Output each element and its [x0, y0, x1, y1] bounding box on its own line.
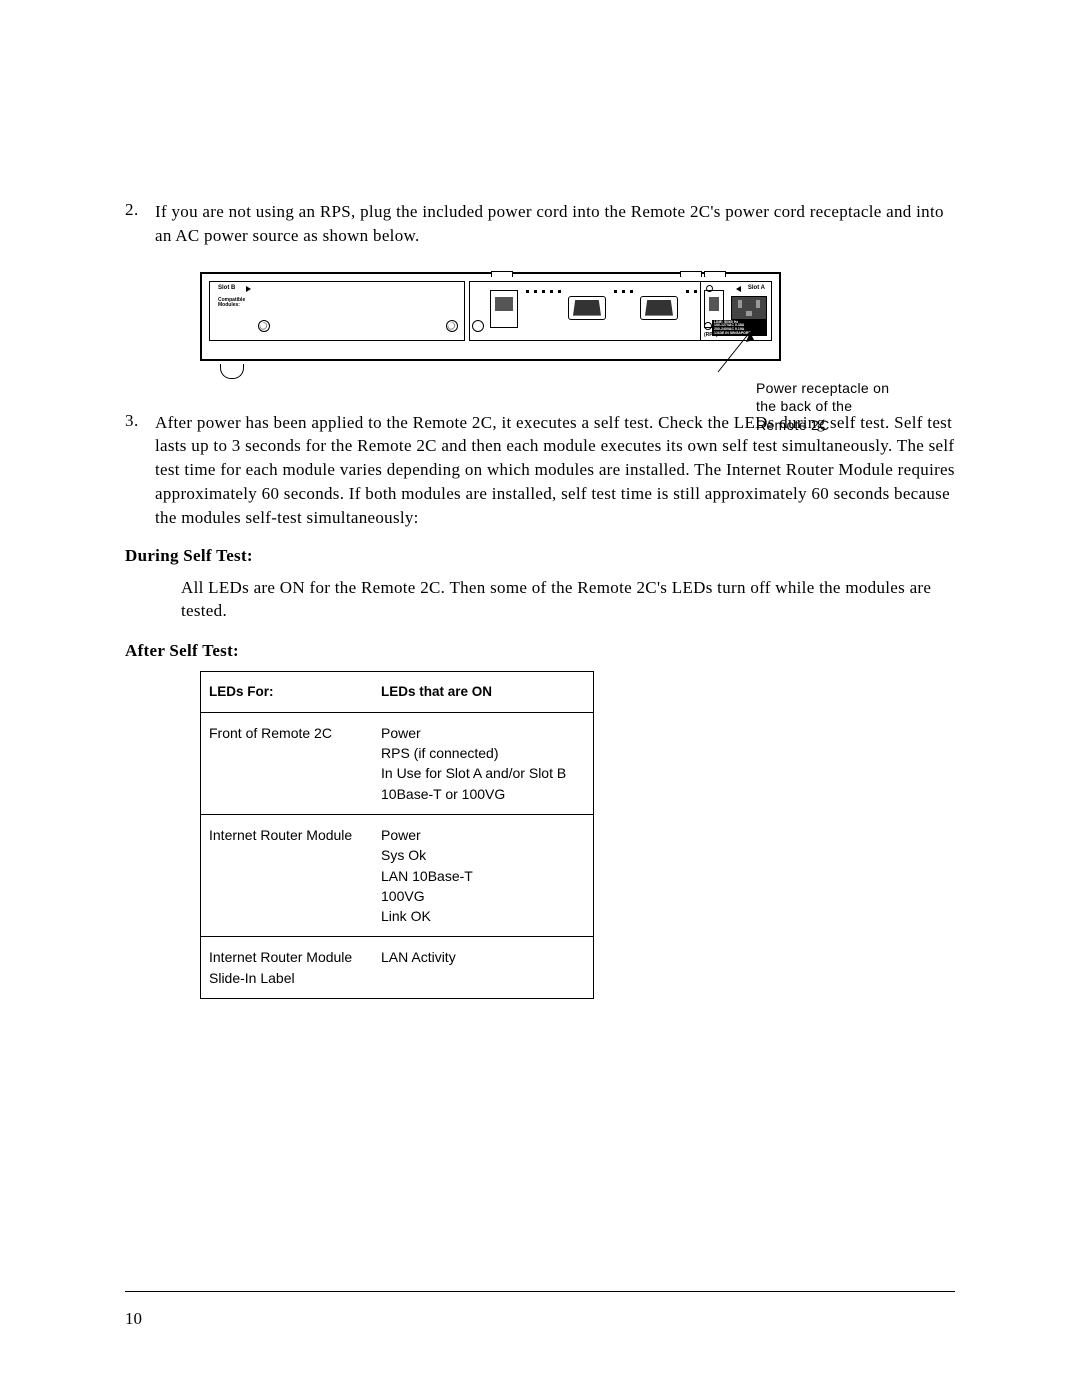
table-row: Internet Router Module Power Sys Ok LAN …: [201, 814, 594, 936]
serial-port-1: [568, 290, 606, 320]
during-self-test-text: All LEDs are ON for the Remote 2C. Then …: [181, 576, 955, 624]
mid-panel: [469, 281, 701, 341]
table-header-row: LEDs For: LEDs that are ON: [201, 672, 594, 713]
slot-a-label: Slot A: [748, 285, 765, 291]
triangle-left-icon: [736, 286, 741, 292]
table-cell: LAN Activity: [373, 937, 594, 999]
triangle-right-icon: [246, 286, 251, 292]
slot-b-panel: Slot B Compatible Modules:: [209, 281, 465, 341]
led-group: [524, 290, 562, 324]
clip-icon: [680, 271, 702, 277]
hole-icon: [704, 322, 712, 330]
led-group: [684, 290, 698, 324]
table-cell: Power Sys Ok LAN 10Base-T 100VG Link OK: [373, 814, 594, 936]
led-status-table: LEDs For: LEDs that are ON Front of Remo…: [200, 671, 594, 999]
callout-text: Power receptacle on the back of the Remo…: [756, 379, 906, 436]
hole-icon: [706, 285, 713, 292]
clip-icon: [704, 271, 726, 277]
db9-port-icon: [568, 296, 606, 320]
serial-port-2: [640, 290, 678, 320]
list-item-2: 2. If you are not using an RPS, plug the…: [125, 200, 955, 248]
table-row: Front of Remote 2C Power RPS (if connect…: [201, 712, 594, 814]
slot-b-label: Slot B: [218, 285, 235, 291]
rj45-port-icon: [490, 290, 518, 328]
item-number: 3.: [125, 411, 155, 530]
heading-after-self-test: After Self Test:: [125, 641, 955, 661]
table-cell: Power RPS (if connected) In Use for Slot…: [373, 712, 594, 814]
compat-modules-label: Compatible Modules:: [218, 298, 245, 309]
device-figure-wrap: Slot B Compatible Modules:: [200, 272, 955, 361]
table-cell: Internet Router Module Slide-In Label: [201, 937, 374, 999]
page-content: 2. If you are not using an RPS, plug the…: [0, 0, 1080, 1397]
db9-port-icon: [640, 296, 678, 320]
footer-rule: [125, 1291, 955, 1292]
screw-icon: [446, 320, 458, 332]
cable-loop-icon: [220, 364, 244, 379]
table-row: Internet Router Module Slide-In Label LA…: [201, 937, 594, 999]
table-header: LEDs For:: [201, 672, 374, 713]
table-header: LEDs that are ON: [373, 672, 594, 713]
item-number: 2.: [125, 200, 155, 248]
page-number: 10: [125, 1309, 142, 1329]
heading-during-self-test: During Self Test:: [125, 546, 955, 566]
table-cell: Front of Remote 2C: [201, 712, 374, 814]
item-text: If you are not using an RPS, plug the in…: [155, 200, 955, 248]
led-group: [612, 290, 634, 324]
clip-icon: [491, 271, 513, 277]
screw-icon: [472, 320, 484, 332]
device-rear-diagram: Slot B Compatible Modules:: [200, 272, 781, 361]
power-receptacle-icon: [731, 296, 767, 320]
table-cell: Internet Router Module: [201, 814, 374, 936]
callout-arrow-icon: [708, 332, 768, 377]
screw-icon: [258, 320, 270, 332]
